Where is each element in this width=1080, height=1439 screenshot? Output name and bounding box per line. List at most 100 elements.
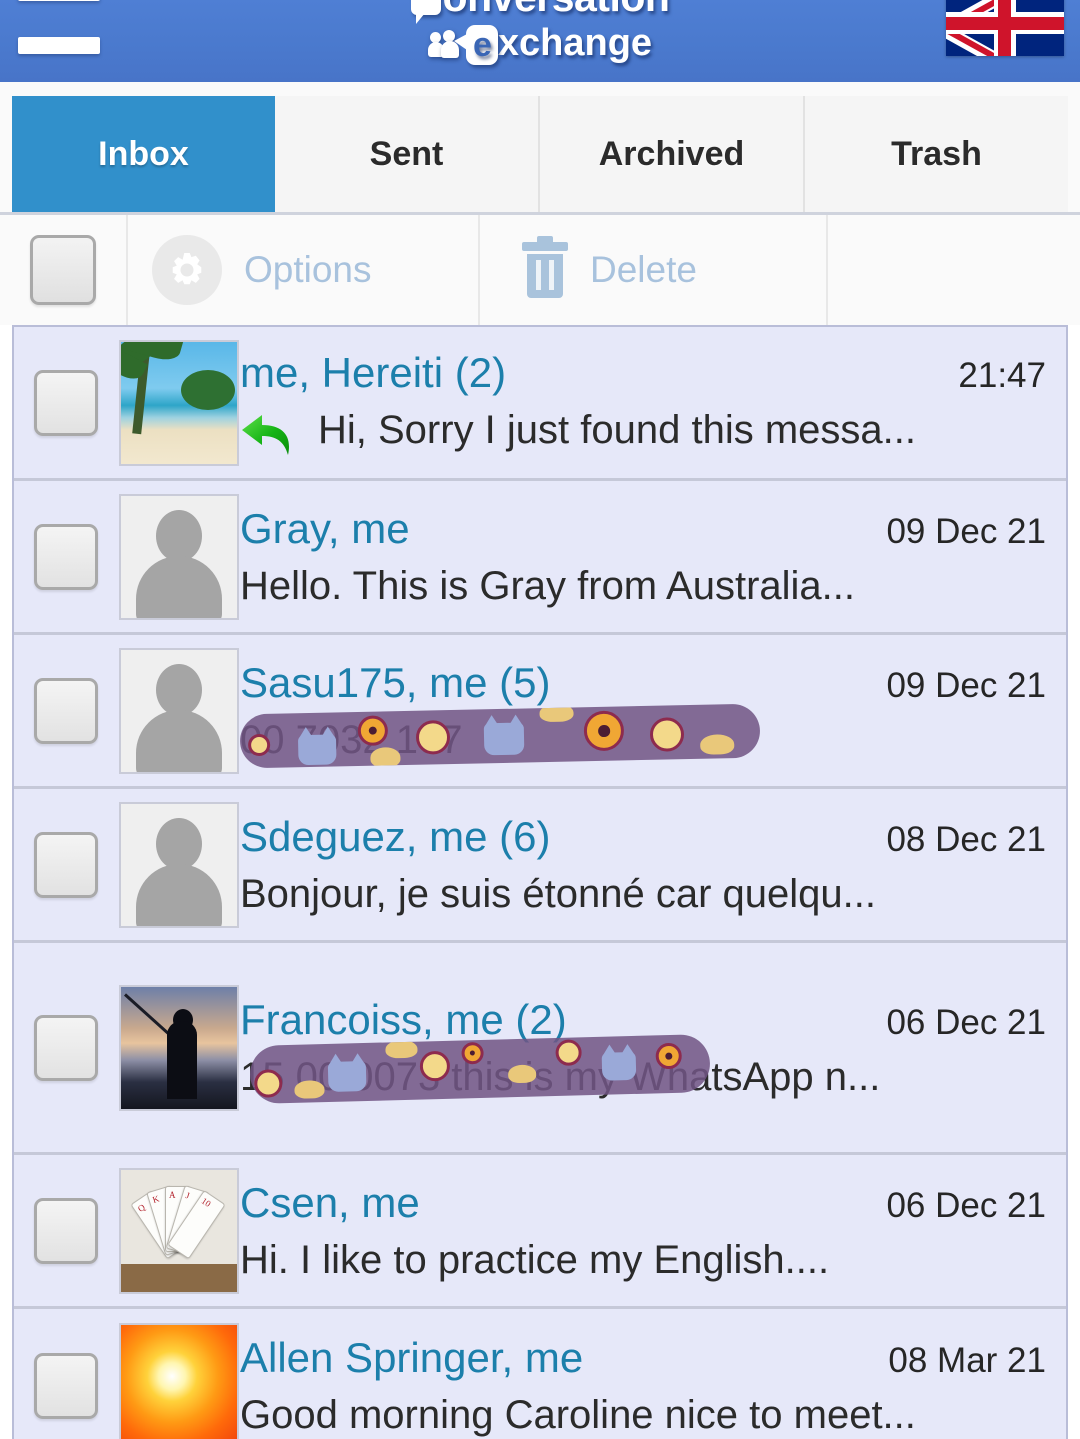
hamburger-menu-icon[interactable]: [18, 0, 100, 54]
row-participants: Allen Springer, me: [240, 1334, 584, 1381]
row-checkbox-cell[interactable]: [14, 335, 118, 470]
avatar: [119, 339, 239, 466]
row-checkbox[interactable]: [34, 831, 98, 898]
row-participants: Gray, me: [240, 504, 410, 552]
tab-inbox[interactable]: Inbox: [12, 96, 275, 212]
row-message-count: (2): [515, 995, 567, 1043]
row-preview: Good morning Caroline nice to meet...: [240, 1392, 1046, 1438]
row-preview-text: Hi. I like to practice my English....: [240, 1237, 830, 1282]
tab-trash-label: Trash: [891, 134, 982, 173]
row-checkbox-cell[interactable]: [14, 951, 118, 1144]
row-participants: me, Hereiti (2): [240, 348, 507, 396]
table-row[interactable]: me, Hereiti (2) 21:47 Hi, Sorry I just f…: [14, 327, 1066, 481]
table-row[interactable]: Francoiss, me (2) 06 Dec 21 15 00 0073 t…: [14, 943, 1066, 1155]
tab-archived-label: Archived: [598, 134, 745, 173]
list-toolbar: Options Delete: [0, 215, 1080, 325]
uk-flag-icon[interactable]: [946, 0, 1064, 56]
table-row[interactable]: Sdeguez, me (6) 08 Dec 21 Bonjour, je su…: [14, 789, 1066, 943]
avatar: [119, 1323, 239, 1439]
row-content: Sdeguez, me (6) 08 Dec 21 Bonjour, je su…: [240, 797, 1066, 932]
row-checkbox[interactable]: [34, 369, 98, 436]
row-checkbox[interactable]: [34, 677, 98, 744]
tab-archived[interactable]: Archived: [540, 96, 805, 212]
logo-e-badge: e: [453, 25, 498, 65]
row-checkbox[interactable]: [34, 1353, 98, 1419]
trash-icon: [522, 236, 568, 298]
reply-arrow-icon: [242, 414, 289, 455]
row-preview-text: Hello. This is Gray from Australia...: [240, 563, 855, 608]
hamburger-bar: [18, 0, 100, 1]
options-button[interactable]: Options: [128, 215, 480, 325]
row-timestamp: 09 Dec 21: [886, 511, 1046, 551]
row-message-count: (5): [499, 658, 551, 706]
row-participants: Sasu175, me (5): [240, 658, 551, 706]
row-content: Gray, me 09 Dec 21 Hello. This is Gray f…: [240, 489, 1066, 624]
avatar-cell: [118, 951, 240, 1144]
avatar-cell: [118, 335, 240, 470]
row-content: me, Hereiti (2) 21:47 Hi, Sorry I just f…: [240, 335, 1066, 470]
row-checkbox-cell[interactable]: [14, 1317, 118, 1439]
tab-sent-label: Sent: [369, 134, 444, 173]
row-content: Sasu175, me (5) 09 Dec 21 00 7032 107: [239, 643, 1066, 778]
row-timestamp: 06 Dec 21: [886, 1185, 1046, 1225]
table-row[interactable]: Gray, me 09 Dec 21 Hello. This is Gray f…: [14, 481, 1066, 635]
row-preview-text: Bonjour, je suis étonné car quelqu...: [240, 871, 876, 916]
avatar-cell: [118, 797, 240, 932]
delete-button-label: Delete: [590, 249, 697, 290]
row-preview: 15 00 0073 this is my WhatsApp n...: [240, 1033, 1046, 1104]
avatar: [119, 493, 239, 620]
row-checkbox-cell[interactable]: [14, 489, 118, 624]
row-message-count: (2): [454, 348, 507, 396]
avatar: Q K A J 10: [119, 1167, 239, 1294]
row-preview: Hi, Sorry I just found this messa...: [240, 407, 1046, 457]
row-timestamp: 21:47: [958, 355, 1046, 395]
row-checkbox-cell[interactable]: [14, 643, 118, 778]
gear-icon: [152, 235, 222, 305]
app-logo[interactable]: onversation exchange: [0, 0, 1080, 65]
avatar-cell: [118, 643, 240, 778]
people-icon: [427, 30, 462, 60]
row-checkbox-cell[interactable]: [14, 1163, 118, 1298]
folder-tabs: Inbox Sent Archived Trash: [0, 82, 1080, 215]
tab-sent[interactable]: Sent: [275, 96, 540, 212]
hamburger-bar: [18, 37, 100, 54]
row-content: Allen Springer, me 08 Mar 21 Good mornin…: [240, 1317, 1066, 1439]
row-timestamp: 09 Dec 21: [886, 665, 1046, 705]
row-participants: Sdeguez, me (6): [240, 812, 551, 860]
row-preview: Hello. This is Gray from Australia...: [240, 563, 1046, 609]
row-preview: 00 7032 107: [239, 703, 1046, 768]
avatar: [119, 984, 239, 1111]
row-checkbox[interactable]: [34, 1014, 98, 1081]
logo-line-one: onversation: [0, 0, 1080, 24]
speech-bubble-icon: [410, 0, 441, 24]
tab-inbox-label: Inbox: [98, 134, 189, 173]
row-timestamp: 08 Mar 21: [888, 1341, 1046, 1380]
app-header: onversation exchange: [0, 0, 1080, 82]
row-timestamp: 06 Dec 21: [886, 1002, 1046, 1042]
avatar: [119, 647, 239, 774]
row-preview-text: Good morning Caroline nice to meet...: [240, 1393, 916, 1437]
avatar: [119, 801, 239, 928]
row-participants: Francoiss, me (2): [240, 995, 567, 1043]
avatar-cell: Q K A J 10: [118, 1163, 240, 1298]
row-checkbox[interactable]: [34, 523, 98, 590]
avatar-cell: [118, 489, 240, 624]
row-content: Csen, me 06 Dec 21 Hi. I like to practic…: [240, 1163, 1066, 1298]
row-checkbox[interactable]: [34, 1197, 98, 1264]
options-button-label: Options: [244, 249, 372, 290]
row-checkbox-cell[interactable]: [14, 797, 118, 932]
select-all-checkbox[interactable]: [30, 235, 96, 305]
table-row[interactable]: Allen Springer, me 08 Mar 21 Good mornin…: [14, 1309, 1066, 1439]
row-timestamp: 08 Dec 21: [886, 819, 1046, 859]
row-preview-text: Hi, Sorry I just found this messa...: [318, 407, 916, 452]
delete-button[interactable]: Delete: [480, 215, 828, 325]
table-row[interactable]: Sasu175, me (5) 09 Dec 21 00 7032 107: [14, 635, 1066, 789]
select-all-cell[interactable]: [0, 215, 128, 325]
row-preview: Hi. I like to practice my English....: [240, 1237, 1046, 1283]
logo-line-two: e xchange: [0, 24, 1080, 65]
table-row[interactable]: Q K A J 10 Csen, me 06 Dec 21 Hi. I like…: [14, 1155, 1066, 1309]
row-preview: Bonjour, je suis étonné car quelqu...: [240, 871, 1046, 917]
tab-trash[interactable]: Trash: [805, 96, 1068, 212]
row-content: Francoiss, me (2) 06 Dec 21 15 00 0073 t…: [240, 951, 1066, 1144]
